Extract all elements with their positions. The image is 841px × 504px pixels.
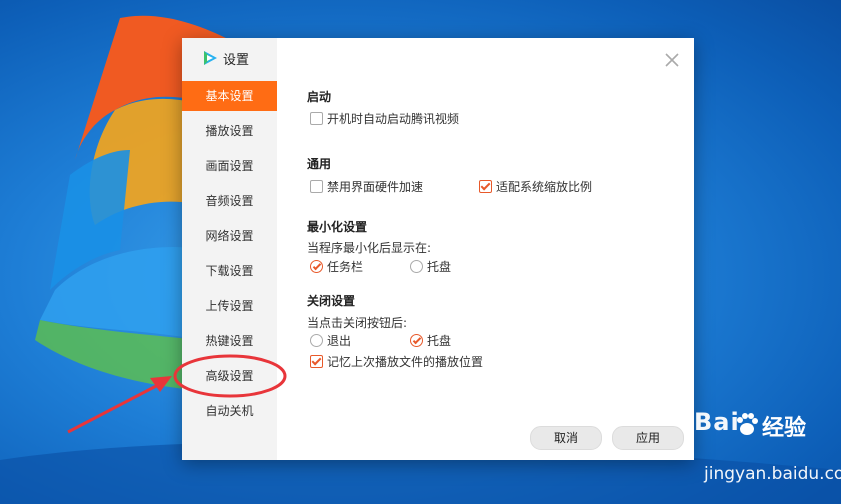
nav-auto-shutdown[interactable]: 自动关机 bbox=[182, 396, 277, 426]
section-minimize-title: 最小化设置 bbox=[307, 220, 368, 234]
dialog-title-text: 设置 bbox=[223, 52, 250, 68]
close-exit-label: 退出 bbox=[327, 333, 352, 348]
watermark-brand-left: Bai bbox=[694, 408, 740, 436]
autostart-label: 开机时自动启动腾讯视频 bbox=[327, 111, 460, 126]
remember-position-option[interactable]: 记忆上次播放文件的播放位置 bbox=[310, 353, 483, 369]
watermark-brand-right: 经验 bbox=[762, 416, 807, 441]
autostart-option[interactable]: 开机时自动启动腾讯视频 bbox=[310, 110, 459, 126]
close-exit-option[interactable]: 退出 bbox=[310, 332, 351, 348]
close-icon[interactable] bbox=[663, 51, 681, 69]
close-tray-radio[interactable] bbox=[410, 333, 423, 347]
disable-hw-accel-checkbox[interactable] bbox=[310, 179, 323, 193]
apply-button[interactable]: 应用 bbox=[612, 426, 684, 450]
fit-scaling-label: 适配系统缩放比例 bbox=[496, 179, 593, 194]
section-close-title: 关闭设置 bbox=[307, 294, 356, 308]
close-prompt: 当点击关闭按钮后: bbox=[307, 316, 408, 330]
minimize-taskbar-radio[interactable] bbox=[310, 259, 323, 273]
nav-display-settings[interactable]: 画面设置 bbox=[182, 151, 277, 181]
fit-scaling-checkbox[interactable] bbox=[479, 179, 492, 193]
nav-upload-settings[interactable]: 上传设置 bbox=[182, 291, 277, 321]
watermark-url: jingyan.baidu.com bbox=[704, 464, 841, 484]
settings-sidebar: 设置 基本设置 播放设置 画面设置 音频设置 网络设置 下载设置 上传设置 热键… bbox=[182, 38, 277, 460]
cancel-button[interactable]: 取消 bbox=[530, 426, 602, 450]
fit-scaling-option[interactable]: 适配系统缩放比例 bbox=[479, 178, 592, 194]
settings-dialog: 设置 基本设置 播放设置 画面设置 音频设置 网络设置 下载设置 上传设置 热键… bbox=[182, 38, 694, 460]
section-startup-title: 启动 bbox=[307, 90, 332, 104]
remember-position-label: 记忆上次播放文件的播放位置 bbox=[327, 354, 484, 369]
nav-playback-settings[interactable]: 播放设置 bbox=[182, 116, 277, 146]
nav-network-settings[interactable]: 网络设置 bbox=[182, 221, 277, 251]
nav-download-settings[interactable]: 下载设置 bbox=[182, 256, 277, 286]
nav-basic-settings[interactable]: 基本设置 bbox=[182, 81, 277, 111]
minimize-taskbar-label: 任务栏 bbox=[327, 259, 364, 274]
close-exit-radio[interactable] bbox=[310, 333, 323, 347]
minimize-taskbar-option[interactable]: 任务栏 bbox=[310, 258, 363, 274]
nav-audio-settings[interactable]: 音频设置 bbox=[182, 186, 277, 216]
remember-position-checkbox[interactable] bbox=[310, 354, 323, 368]
autostart-checkbox[interactable] bbox=[310, 111, 323, 125]
section-general-title: 通用 bbox=[307, 157, 332, 171]
baidu-jingyan-watermark: Bai 经验 jingyan.baidu.com bbox=[694, 408, 841, 498]
minimize-tray-label: 托盘 bbox=[427, 259, 452, 274]
minimize-tray-option[interactable]: 托盘 bbox=[410, 258, 451, 274]
close-tray-option[interactable]: 托盘 bbox=[410, 332, 451, 348]
nav-hotkey-settings[interactable]: 热键设置 bbox=[182, 326, 277, 356]
disable-hw-accel-option[interactable]: 禁用界面硬件加速 bbox=[310, 178, 423, 194]
tencent-video-logo-icon bbox=[204, 51, 217, 65]
baidu-paw-icon bbox=[737, 413, 758, 435]
nav-advanced-settings[interactable]: 高级设置 bbox=[182, 361, 277, 391]
close-tray-label: 托盘 bbox=[427, 333, 452, 348]
disable-hw-accel-label: 禁用界面硬件加速 bbox=[327, 179, 424, 194]
minimize-prompt: 当程序最小化后显示在: bbox=[307, 241, 432, 255]
dialog-title: 设置 bbox=[202, 49, 250, 68]
minimize-tray-radio[interactable] bbox=[410, 259, 423, 273]
